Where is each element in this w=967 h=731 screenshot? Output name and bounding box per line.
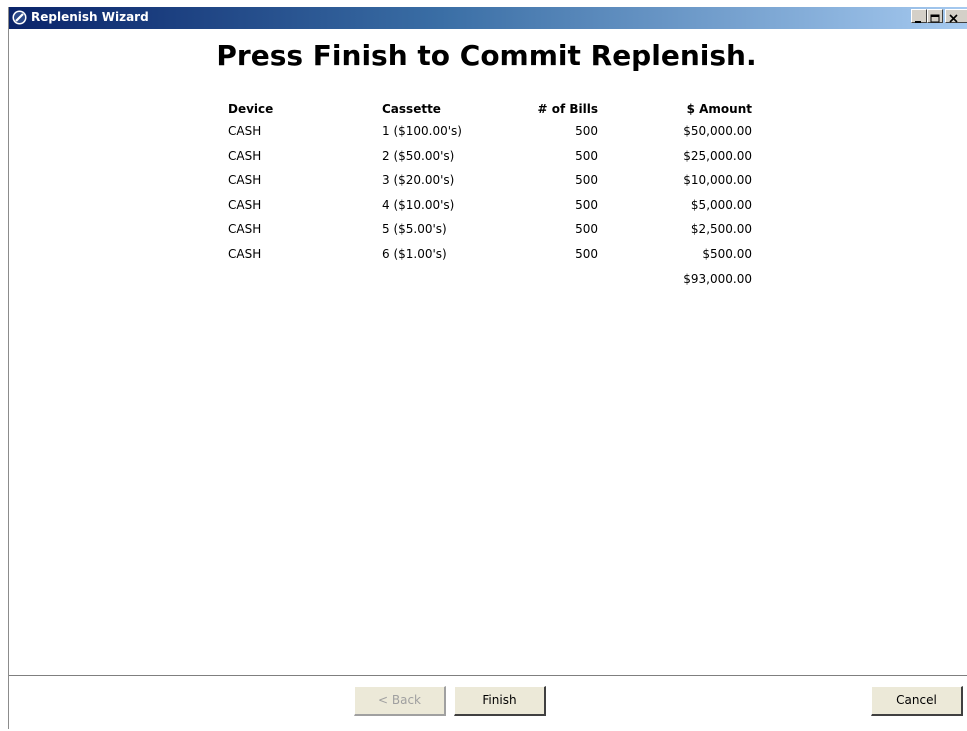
table-row: CASH 6 ($1.00's) 500 $500.00 bbox=[228, 247, 752, 272]
device-cell: CASH bbox=[228, 222, 262, 237]
amount-cell: $2,500.00 bbox=[690, 222, 752, 237]
cassette-cell: 3 ($20.00's) bbox=[382, 173, 455, 188]
table-row: CASH 2 ($50.00's) 500 $25,000.00 bbox=[228, 149, 752, 174]
minimize-button[interactable] bbox=[911, 9, 927, 23]
amount-cell: $50,000.00 bbox=[683, 124, 752, 138]
wizard-content: Press Finish to Commit Replenish. Device… bbox=[9, 29, 967, 675]
cassette-cell: 6 ($1.00's) bbox=[382, 246, 447, 261]
amount-cell: $500.00 bbox=[702, 246, 752, 261]
page-title: Press Finish to Commit Replenish. bbox=[216, 39, 757, 72]
amount-cell: $10,000.00 bbox=[683, 173, 752, 188]
total-row: $93,000.00 bbox=[228, 272, 752, 297]
table-header-row: Device Cassette # of Bills $ Amount bbox=[228, 102, 752, 124]
table-row: CASH 4 ($10.00's) 500 $5,000.00 bbox=[228, 198, 752, 223]
device-cell: CASH bbox=[228, 246, 262, 261]
replenish-wizard-window: Replenish Wizard Press Finish to Commit … bbox=[8, 7, 967, 729]
minimize-icon bbox=[915, 21, 921, 23]
total-amount: $93,000.00 bbox=[683, 271, 752, 286]
maximize-button[interactable] bbox=[927, 9, 943, 23]
cassette-cell: 4 ($10.00's) bbox=[382, 197, 455, 212]
device-cell: CASH bbox=[228, 197, 262, 212]
bills-cell: 500 bbox=[575, 246, 598, 261]
wizard-footer: < Back Finish Cancel bbox=[9, 677, 967, 729]
column-header-bills: # of Bills bbox=[537, 102, 598, 116]
bills-cell: 500 bbox=[575, 148, 598, 163]
column-header-amount: $ Amount bbox=[686, 102, 752, 116]
column-header-cassette: Cassette bbox=[382, 102, 441, 116]
cassette-cell: 2 ($50.00's) bbox=[382, 148, 455, 163]
maximize-icon bbox=[930, 14, 940, 23]
cancel-button[interactable]: Cancel bbox=[871, 686, 963, 716]
device-cell: CASH bbox=[228, 148, 262, 163]
back-button[interactable]: < Back bbox=[354, 686, 446, 716]
replenish-summary-table: Device Cassette # of Bills $ Amount CASH… bbox=[228, 102, 752, 296]
amount-cell: $25,000.00 bbox=[683, 148, 752, 163]
table-row: CASH 5 ($5.00's) 500 $2,500.00 bbox=[228, 222, 752, 247]
column-header-device: Device bbox=[228, 102, 274, 116]
cassette-cell: 5 ($5.00's) bbox=[382, 222, 447, 237]
table-row: CASH 3 ($20.00's) 500 $10,000.00 bbox=[228, 173, 752, 198]
bills-cell: 500 bbox=[575, 197, 598, 212]
close-button[interactable] bbox=[945, 9, 967, 23]
close-icon bbox=[949, 14, 958, 23]
cassette-cell: 1 ($100.00's) bbox=[382, 124, 462, 138]
bills-cell: 500 bbox=[575, 173, 598, 188]
window-title: Replenish Wizard bbox=[31, 10, 149, 24]
bills-cell: 500 bbox=[575, 124, 598, 138]
app-logo-icon bbox=[12, 10, 27, 25]
device-cell: CASH bbox=[228, 124, 262, 138]
finish-button[interactable]: Finish bbox=[454, 686, 546, 716]
bills-cell: 500 bbox=[575, 222, 598, 237]
title-bar[interactable]: Replenish Wizard bbox=[9, 7, 967, 29]
table-row: CASH 1 ($100.00's) 500 $50,000.00 bbox=[228, 124, 752, 149]
device-cell: CASH bbox=[228, 173, 262, 188]
amount-cell: $5,000.00 bbox=[690, 197, 752, 212]
